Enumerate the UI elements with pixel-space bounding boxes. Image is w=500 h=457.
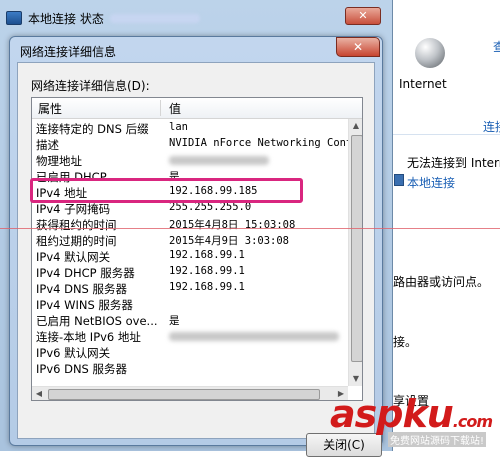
table-row[interactable]: 物理地址 xyxy=(32,152,348,168)
row-property: IPv4 子网掩码 xyxy=(36,202,111,216)
scroll-down-arrow-icon[interactable]: ▼ xyxy=(349,372,362,386)
row-value: 192.168.99.1 xyxy=(169,281,245,293)
row-property: 连接-本地 IPv6 地址 xyxy=(36,330,141,344)
red-guide-line xyxy=(0,228,500,229)
table-row[interactable]: 已启用 DHCP 是 xyxy=(32,168,348,184)
row-value: 2015年4月8日 15:03:08 xyxy=(169,219,296,231)
row-property: IPv4 默认网关 xyxy=(36,250,111,264)
table-row[interactable]: 获得租约的时间 2015年4月8日 15:03:08 xyxy=(32,216,348,232)
row-property: IPv4 WINS 服务器 xyxy=(36,298,133,312)
horizontal-scroll-thumb[interactable] xyxy=(48,389,320,400)
scroll-up-arrow-icon[interactable]: ▲ xyxy=(349,119,362,133)
table-row[interactable]: 连接-本地 IPv6 地址 xyxy=(32,328,348,344)
local-connection-link[interactable]: 本地连接 xyxy=(407,174,455,191)
row-value: NVIDIA nForce Networking Contr xyxy=(169,137,349,149)
connect-text: 接。 xyxy=(393,335,418,349)
table-row[interactable]: IPv4 DHCP 服务器 192.168.99.1 xyxy=(32,264,348,280)
top-link[interactable]: 查 xyxy=(493,38,500,55)
row-value-redacted xyxy=(169,332,339,341)
row-property: 已启用 DHCP xyxy=(36,170,107,184)
connection-link[interactable]: 连接 xyxy=(483,118,500,135)
row-property: IPv6 默认网关 xyxy=(36,346,111,360)
computer-icon xyxy=(394,174,404,186)
table-row[interactable]: IPv4 子网掩码 255.255.255.0 xyxy=(32,200,348,216)
row-value: 是 xyxy=(169,171,180,183)
table-row[interactable]: IPv6 默认网关 xyxy=(32,344,348,360)
row-property: IPv4 DNS 服务器 xyxy=(36,282,128,296)
details-listview[interactable]: 属性 值 连接特定的 DNS 后缀 lan 描述 NVIDIA nForce Netw… xyxy=(31,97,363,401)
row-property: 已启用 NetBIOS ove... xyxy=(36,314,158,328)
listview-rows: 连接特定的 DNS 后缀 lan 描述 NVIDIA nForce Networkin… xyxy=(32,120,349,376)
router-text: 路由器或访问点。 xyxy=(393,275,490,289)
column-separator[interactable] xyxy=(160,100,161,116)
globe-icon xyxy=(415,38,445,68)
network-details-dialog: 网络连接详细信息 ✕ 网络连接详细信息(D): 属性 值 连接特定的 DNS 后… xyxy=(9,36,383,457)
table-row[interactable]: 描述 NVIDIA nForce Networking Contr xyxy=(32,136,349,152)
status-window-close-button[interactable]: ✕ xyxy=(345,7,381,25)
column-header-value[interactable]: 值 xyxy=(169,100,181,117)
row-value: 192.168.99.1 xyxy=(169,249,245,261)
cannot-connect-text: 无法连接到 Interne xyxy=(407,156,500,170)
status-window-titlebar: 本地连接 状态 xyxy=(6,6,200,30)
row-property: 租约过期的时间 xyxy=(36,234,117,248)
horizontal-scrollbar[interactable]: ◀ ▶ xyxy=(32,386,348,400)
table-row[interactable]: 连接特定的 DNS 后缀 lan xyxy=(32,120,348,136)
row-property: 描述 xyxy=(36,138,59,152)
row-property: 物理地址 xyxy=(36,154,82,168)
table-row[interactable]: 租约过期的时间 2015年4月9日 3:03:08 xyxy=(32,232,348,248)
row-value: 192.168.99.185 xyxy=(169,185,258,197)
dialog-title: 网络连接详细信息 xyxy=(20,45,117,59)
sharing-settings-text: 享设置 xyxy=(393,394,430,408)
row-value: 是 xyxy=(169,315,180,327)
row-property: IPv6 DNS 服务器 xyxy=(36,362,128,376)
close-button[interactable]: 关闭(C) xyxy=(306,433,382,457)
vertical-scroll-thumb[interactable] xyxy=(351,135,362,362)
blurred-title-suffix xyxy=(109,13,200,23)
row-property: 连接特定的 DNS 后缀 xyxy=(36,122,149,136)
column-header-property[interactable]: 属性 xyxy=(38,100,62,117)
dialog-body: 网络连接详细信息(D): 属性 值 连接特定的 DNS 后缀 lan 描述 NVIDI… xyxy=(17,62,382,457)
row-property: IPv4 地址 xyxy=(36,186,88,200)
dialog-close-icon[interactable]: ✕ xyxy=(336,37,380,57)
table-row[interactable]: IPv4 DNS 服务器 192.168.99.1 xyxy=(32,280,348,296)
scroll-left-arrow-icon[interactable]: ◀ xyxy=(32,387,46,400)
network-center-panel: 查 Internet 连接 无法连接到 Interne 本地连接 路由器或访问点… xyxy=(393,0,500,451)
panel-divider xyxy=(393,134,500,135)
row-property: IPv4 DHCP 服务器 xyxy=(36,266,135,280)
status-window-title: 本地连接 状态 xyxy=(28,11,104,26)
table-row[interactable]: IPv6 DNS 服务器 xyxy=(32,360,348,376)
row-value-redacted xyxy=(169,156,269,165)
scroll-right-arrow-icon[interactable]: ▶ xyxy=(334,387,348,400)
row-value: lan xyxy=(169,121,188,133)
details-label: 网络连接详细信息(D): xyxy=(31,79,150,93)
table-row[interactable]: IPv4 地址 192.168.99.185 xyxy=(32,184,348,200)
row-value: 255.255.255.0 xyxy=(169,201,252,213)
network-icon xyxy=(6,11,22,25)
listview-header: 属性 值 xyxy=(32,98,362,119)
table-row[interactable]: 已启用 NetBIOS ove... 是 xyxy=(32,312,348,328)
row-value: 192.168.99.1 xyxy=(169,265,245,277)
row-value: 2015年4月9日 3:03:08 xyxy=(169,235,290,247)
internet-label: Internet xyxy=(399,77,447,91)
vertical-scrollbar[interactable]: ▲ ▼ xyxy=(348,119,362,386)
row-property: 获得租约的时间 xyxy=(36,218,117,232)
table-row[interactable]: IPv4 WINS 服务器 xyxy=(32,296,348,312)
table-row[interactable]: IPv4 默认网关 192.168.99.1 xyxy=(32,248,348,264)
